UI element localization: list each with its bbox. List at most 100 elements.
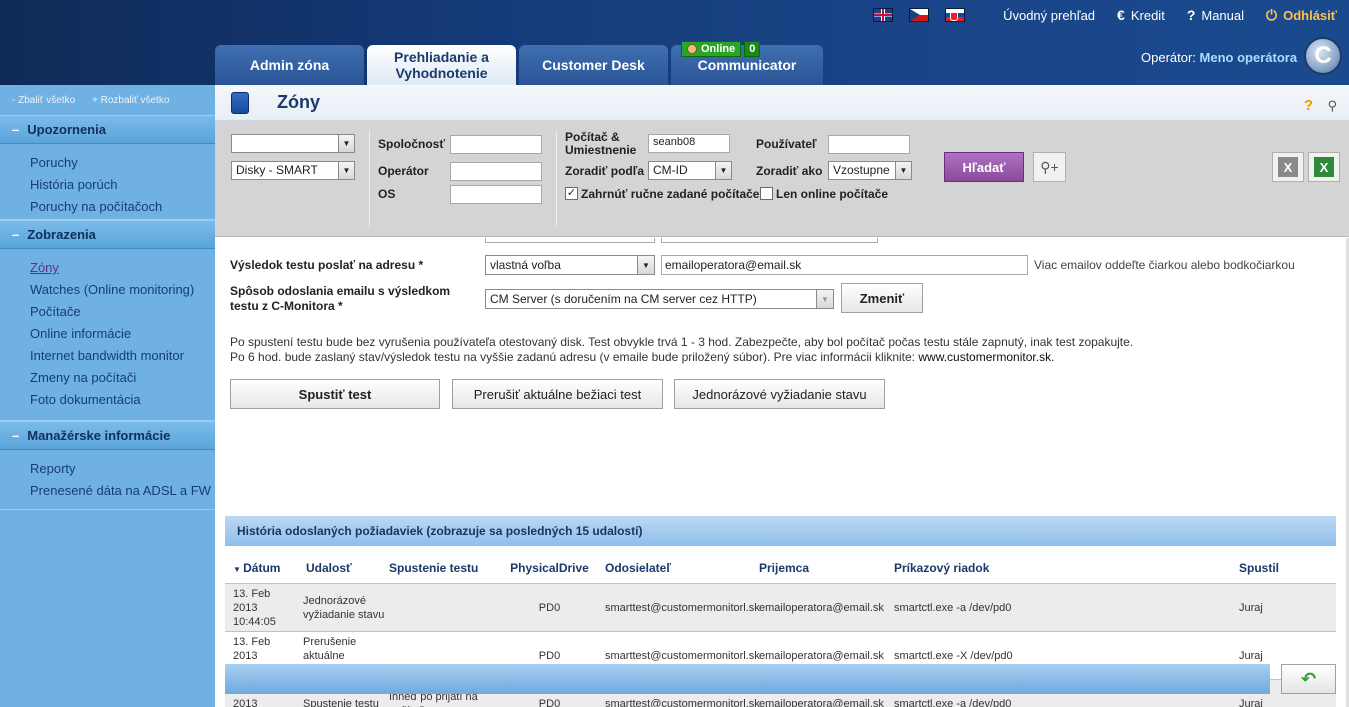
column-start[interactable]: Spustenie testu	[389, 561, 504, 575]
os-input[interactable]	[450, 185, 542, 204]
chevron-down-icon: ▼	[338, 162, 354, 179]
sidebar-item-fault-history[interactable]: História porúch	[30, 174, 215, 196]
credit-label: Kredit	[1130, 7, 1165, 23]
column-recipient[interactable]: Prijemca	[759, 561, 894, 575]
credit-link[interactable]: € Kredit	[1117, 7, 1165, 23]
logout-link[interactable]: ⏻ Odhlásiť	[1266, 7, 1337, 24]
computer-input[interactable]: seanb08	[648, 134, 730, 153]
sidebar-item-photo-docs[interactable]: Foto dokumentácia	[30, 389, 215, 411]
manual-label: Manual	[1201, 7, 1245, 23]
sidebar-item-reports[interactable]: Reporty	[30, 458, 215, 480]
column-sender[interactable]: Odosielateľ	[595, 561, 759, 575]
tab-browse-evaluate[interactable]: Prehliadanie a Vyhodnotenie	[367, 45, 516, 85]
online-count: 0	[744, 41, 761, 57]
type-select[interactable]: Disky - SMART ▼	[231, 161, 355, 180]
manual-link[interactable]: ? Manual	[1187, 7, 1244, 23]
collapse-icon: –	[12, 227, 20, 242]
euro-icon: €	[1117, 7, 1125, 23]
cell-sender: smarttest@customermonitorl.sk	[605, 601, 760, 614]
export-excel-gray-button[interactable]: X	[1272, 152, 1304, 182]
search-button[interactable]: Hľadať	[944, 152, 1024, 182]
cz-flag-icon[interactable]	[909, 8, 930, 22]
info-link[interactable]: www.customermonitor.sk	[918, 350, 1051, 364]
send-method-value: CM Server (s doručením na CM server cez …	[490, 292, 757, 306]
user-label: Používateľ	[756, 137, 817, 151]
sidebar-item-computer-faults[interactable]: Poruchy na počítačoch	[30, 196, 215, 218]
user-input[interactable]	[828, 135, 910, 154]
power-icon: ⏻	[1266, 6, 1278, 23]
sort-by-select[interactable]: CM-ID ▼	[648, 161, 732, 180]
sidebar-item-adsl-data[interactable]: Prenesené dáta na ADSL a FW	[30, 480, 215, 502]
send-result-email-input[interactable]: emailoperatora@email.sk	[661, 255, 1028, 275]
stop-test-button[interactable]: Prerušiť aktuálne bežiaci test	[452, 379, 663, 409]
smart-test-panel: Výsledok testu poslať na adresu * vlastn…	[215, 238, 1349, 707]
zone-select[interactable]: ▼	[231, 134, 355, 153]
magnifier-plus-icon: ⚲+	[1040, 158, 1059, 175]
send-result-select[interactable]: vlastná voľba ▼	[485, 255, 655, 275]
question-icon: ?	[1186, 7, 1196, 23]
sort-order-value: Vzostupne	[833, 163, 890, 177]
sidebar-section-header[interactable]: – Upozornenia	[0, 116, 215, 144]
company-input[interactable]	[450, 135, 542, 154]
column-date-label: Dátum	[243, 560, 281, 575]
send-method-select[interactable]: CM Server (s doručením na CM server cez …	[485, 289, 834, 309]
column-command[interactable]: Príkazový riadok	[894, 561, 1239, 575]
help-icon[interactable]: ?	[1304, 97, 1313, 114]
include-manual-checkbox[interactable]: ✓	[565, 187, 578, 200]
sidebar-item-watches[interactable]: Watches (Online monitoring)	[30, 279, 215, 301]
cell-command: smartctl.exe -X /dev/pd0	[894, 649, 1013, 662]
change-button[interactable]: Zmeniť	[841, 283, 923, 313]
chevron-down-icon: ▼	[895, 162, 911, 179]
column-event[interactable]: Udalosť	[294, 561, 389, 575]
column-drive[interactable]: PhysicalDrive	[504, 561, 595, 575]
sidebar-section-header[interactable]: – Zobrazenia	[0, 221, 215, 249]
cell-by: Juraj	[1239, 649, 1263, 662]
online-only-checkbox[interactable]	[760, 187, 773, 200]
os-label: OS	[378, 187, 396, 201]
sidebar-section-alerts: – Upozornenia Poruchy História porúch Po…	[0, 115, 215, 220]
uk-flag-icon[interactable]	[873, 8, 894, 22]
zoom-icon[interactable]: ⚲	[1327, 98, 1337, 114]
request-status-button[interactable]: Jednorázové vyžiadanie stavu	[674, 379, 885, 409]
start-test-button[interactable]: Spustiť test	[230, 379, 440, 409]
back-button[interactable]: ↶	[1281, 664, 1336, 694]
sidebar-item-online-info[interactable]: Online informácie	[30, 323, 215, 345]
info-line-2-text: Po 6 hod. bude zaslaný stav/výsledok tes…	[230, 350, 919, 364]
column-date[interactable]: ▼ Dátum	[225, 561, 294, 575]
collapse-all-link[interactable]: - Zbaliť všetko	[12, 95, 75, 106]
tab-customer-desk[interactable]: Customer Desk	[519, 45, 668, 85]
column-by[interactable]: Spustil	[1239, 561, 1336, 575]
sidebar-section-header[interactable]: – Manažérske informácie	[0, 422, 215, 450]
table-row: 13. Feb 2013 10:44:05 Jednorázové vyžiad…	[225, 584, 1336, 632]
operator-input[interactable]	[450, 162, 542, 181]
sidebar-item-bandwidth[interactable]: Internet bandwidth monitor	[30, 345, 215, 367]
export-excel-button[interactable]: X	[1308, 152, 1340, 182]
type-select-value: Disky - SMART	[236, 163, 318, 177]
cell-recipient: emailoperatora@email.sk	[759, 601, 884, 614]
expand-all-link[interactable]: + Rozbaliť všetko	[92, 95, 169, 106]
info-line-1: Po spustení testu bude bez vyrušenia pou…	[230, 335, 1134, 349]
sort-order-select[interactable]: Vzostupne ▼	[828, 161, 912, 180]
sidebar-item-computers[interactable]: Počítače	[30, 301, 215, 323]
person-icon	[687, 44, 697, 54]
sort-order-label: Zoradiť ako	[756, 164, 823, 178]
history-header: História odoslaných požiadaviek (zobrazu…	[225, 516, 1336, 546]
cell-sender: smarttest@customermonitorl.sk	[605, 649, 760, 662]
partial-select	[485, 238, 655, 243]
bottom-bar	[225, 664, 1270, 694]
sidebar-item-zones[interactable]: Zóny	[30, 257, 215, 279]
sidebar-item-faults[interactable]: Poruchy	[30, 152, 215, 174]
overview-link[interactable]: Úvodný prehľad	[1003, 8, 1095, 23]
online-status-badge: Online 0	[681, 41, 761, 57]
sidebar-section-title: Manažérske informácie	[27, 428, 171, 443]
sk-flag-icon[interactable]	[945, 8, 966, 22]
advanced-search-button[interactable]: ⚲+	[1033, 152, 1066, 182]
chevron-down-icon: ▼	[816, 290, 833, 308]
online-label: Online	[701, 43, 736, 55]
chevron-down-icon: ▼	[637, 256, 654, 274]
divider	[369, 131, 370, 227]
sidebar-item-computer-changes[interactable]: Zmeny na počítači	[30, 367, 215, 389]
operator-name[interactable]: Meno operátora	[1200, 50, 1298, 65]
send-result-note: Viac emailov oddeľte čiarkou alebo bodko…	[1034, 258, 1295, 272]
tab-admin-zone[interactable]: Admin zóna	[215, 45, 364, 85]
